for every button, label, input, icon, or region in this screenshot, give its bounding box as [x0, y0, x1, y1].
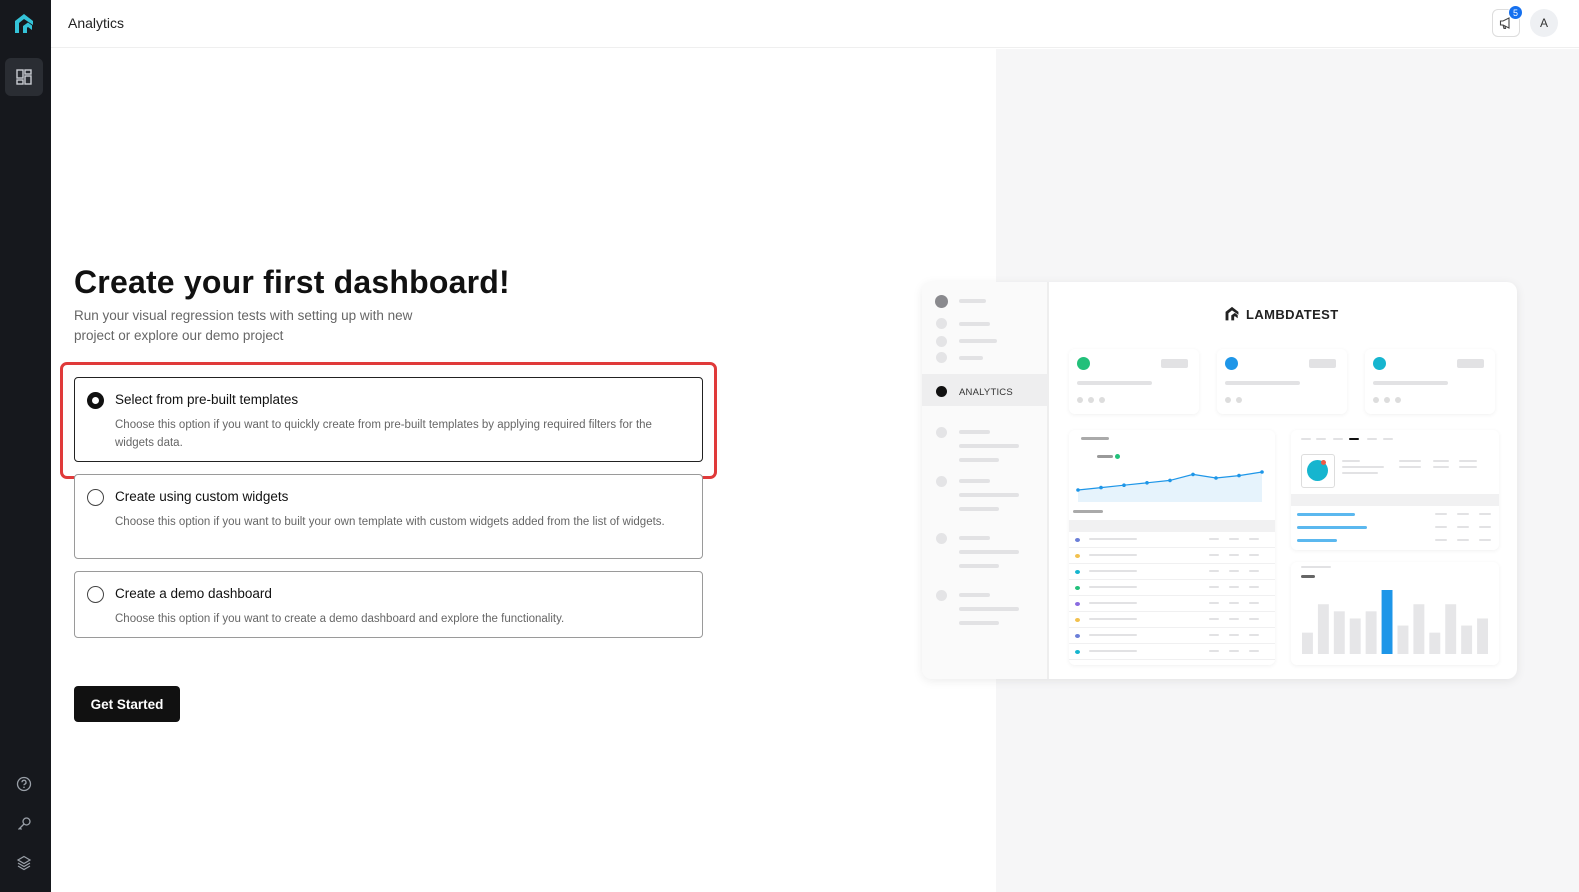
option-custom-widgets[interactable]: Create using custom widgets Choose this … [74, 474, 703, 559]
preview-bar [1302, 632, 1313, 654]
preview-bar [1365, 611, 1377, 654]
top-bar: Analytics 5 A [51, 0, 1579, 48]
preview-line-chart [1076, 470, 1264, 502]
preview-table-row-marker [1075, 538, 1080, 542]
preview-line-point [1191, 472, 1195, 477]
preview-stat-card [1069, 349, 1199, 414]
preview-bar [1477, 618, 1488, 654]
preview-brand: LAMBDATEST [1222, 304, 1339, 324]
option-title: Create a demo dashboard [115, 586, 272, 601]
preview-bar [1317, 604, 1329, 654]
preview-bar [1381, 590, 1393, 654]
dashboard-icon [16, 69, 32, 85]
lambdatest-logo-icon [1225, 306, 1239, 321]
key-icon[interactable] [14, 814, 34, 834]
preview-donut-panel [1291, 430, 1499, 550]
preview-bar [1461, 625, 1473, 654]
preview-line-point [1145, 481, 1149, 485]
preview-sidebar: ANALYTICS [922, 282, 1049, 679]
preview-bar [1429, 632, 1441, 654]
user-avatar[interactable]: A [1530, 9, 1558, 37]
preview-line-point [1076, 488, 1080, 492]
preview-stat-card [1365, 349, 1495, 414]
preview-sidebar-active-label: ANALYTICS [959, 387, 1013, 398]
preview-table-row-marker [1075, 634, 1080, 638]
notification-badge: 5 [1508, 5, 1523, 20]
radio-custom-widgets[interactable] [87, 489, 104, 506]
preview-bar [1397, 625, 1409, 654]
selection-highlight [60, 362, 717, 479]
page-heading: Create your first dashboard! [74, 264, 510, 300]
preview-table-row-marker [1075, 618, 1080, 622]
option-description: Choose this option if you want to built … [115, 516, 665, 528]
preview-table-row-marker [1075, 586, 1080, 590]
preview-brand-text: LAMBDATEST [1246, 306, 1339, 322]
page-subtext: Run your visual regression tests with se… [74, 308, 413, 343]
preview-table-row-marker [1075, 650, 1080, 654]
preview-table-row-marker [1075, 554, 1080, 558]
preview-table-row-marker [1075, 570, 1080, 574]
preview-bar-panel [1291, 562, 1499, 665]
page-title: Analytics [68, 15, 125, 31]
preview-bar [1349, 618, 1361, 654]
layers-icon[interactable] [14, 853, 34, 873]
radio-demo-dashboard[interactable] [87, 586, 104, 603]
preview-stat-card [1217, 349, 1347, 414]
get-started-button[interactable]: Get Started [74, 686, 180, 722]
preview-line-point [1122, 483, 1126, 487]
preview-bar [1445, 604, 1457, 654]
option-description: Choose this option if you want to create… [115, 613, 565, 625]
preview-table-row-marker [1075, 602, 1080, 606]
option-title: Create using custom widgets [115, 489, 289, 504]
preview-avatar-dot [935, 295, 948, 308]
help-icon[interactable] [14, 774, 34, 794]
preview-bar-chart [1302, 590, 1488, 654]
preview-line-point [1168, 478, 1172, 483]
preview-line-panel [1069, 430, 1275, 665]
nav-item-dashboard[interactable] [5, 58, 43, 96]
lambdatest-logo-icon[interactable] [10, 10, 38, 38]
preview-bar [1333, 611, 1345, 654]
left-nav-rail [0, 0, 51, 892]
preview-line-point [1214, 476, 1218, 480]
preview-line-point [1099, 485, 1103, 490]
preview-bar [1413, 604, 1425, 654]
preview-line-point [1260, 470, 1264, 474]
dashboard-preview-illustration: ANALYTICS LAMBDATEST [922, 282, 1517, 679]
option-demo-dashboard[interactable]: Create a demo dashboard Choose this opti… [74, 571, 703, 638]
preview-line-point [1237, 473, 1241, 478]
